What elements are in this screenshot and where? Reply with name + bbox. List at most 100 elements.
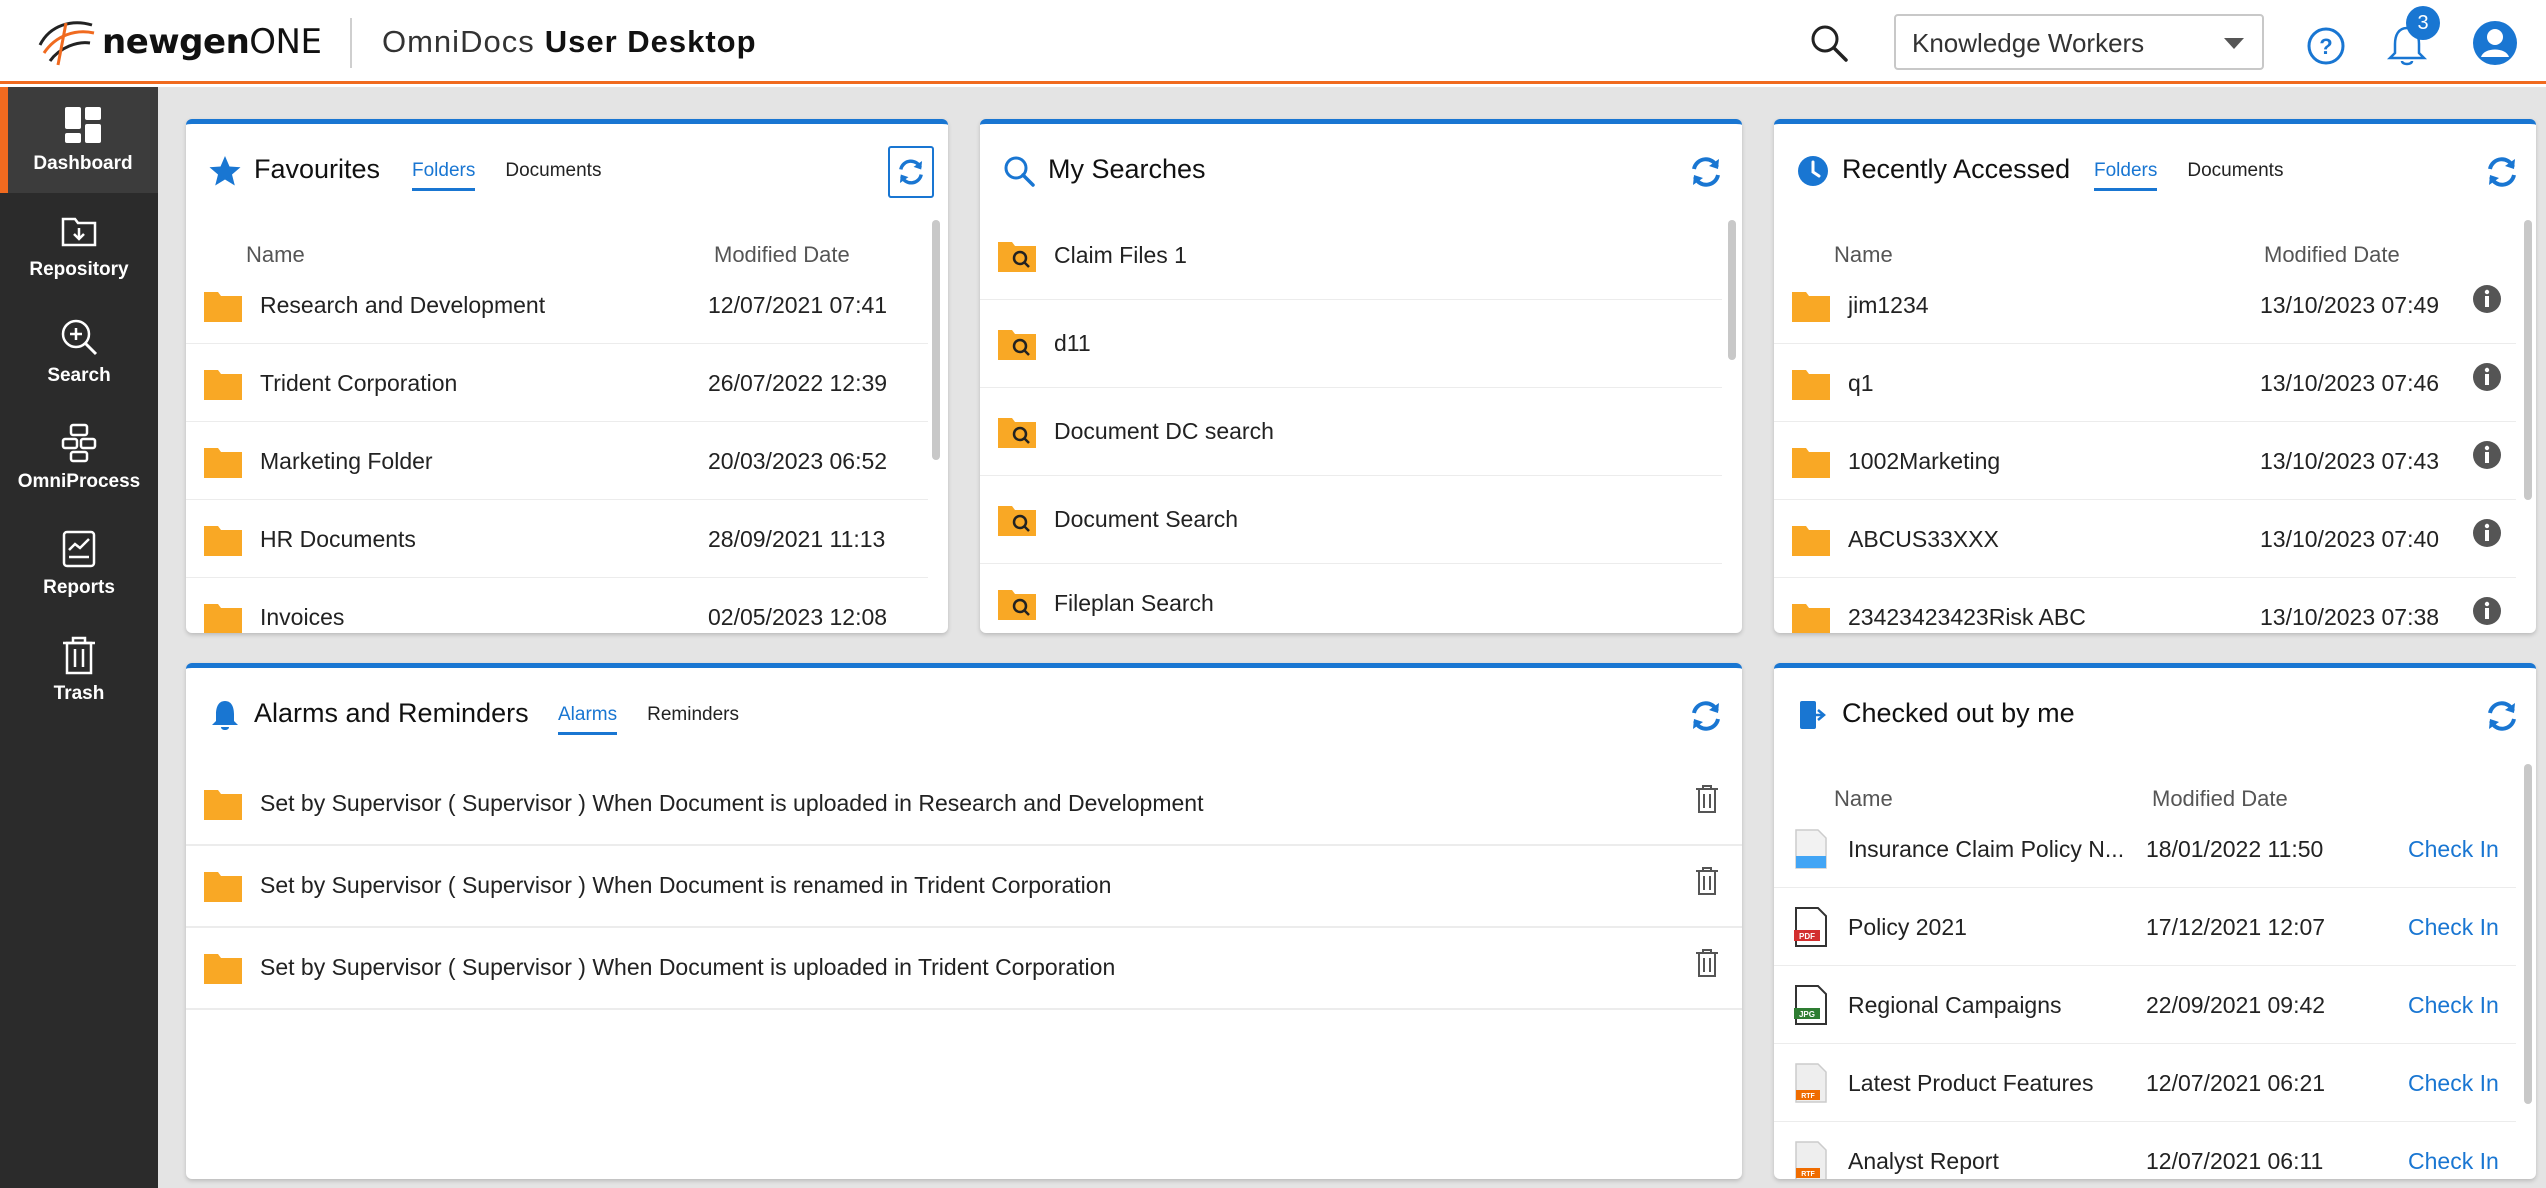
saved-search-item[interactable]: Claim Files 1 bbox=[980, 212, 1722, 300]
role-select-value: Knowledge Workers bbox=[1912, 28, 2145, 58]
alarms-tabs: Alarms Reminders bbox=[558, 704, 739, 735]
folder-icon bbox=[204, 604, 242, 633]
table-row[interactable]: jim1234 13/10/2023 07:49 bbox=[1774, 266, 2516, 344]
row-name: Latest Product Features bbox=[1848, 1070, 2094, 1096]
row-date: 13/10/2023 07:40 bbox=[2260, 526, 2440, 552]
tab-reminders[interactable]: Reminders bbox=[647, 704, 739, 735]
table-row[interactable]: PDF Policy 2021 17/12/2021 12:07 Check I… bbox=[1774, 888, 2516, 966]
search-icon[interactable] bbox=[1808, 22, 1850, 64]
table-row[interactable]: 23423423423Risk ABC 13/10/2023 07:38 bbox=[1774, 578, 2516, 633]
delete-icon[interactable] bbox=[1694, 784, 1720, 814]
saved-search-item[interactable]: d11 bbox=[980, 300, 1722, 388]
col-date-header[interactable]: Modified Date bbox=[2152, 786, 2288, 812]
tab-folders[interactable]: Folders bbox=[2094, 160, 2158, 191]
recently-accessed-card: Recently Accessed Folders Documents Name… bbox=[1774, 119, 2536, 633]
table-row[interactable]: Invoices 02/05/2023 12:08 bbox=[186, 578, 928, 633]
saved-search-name: Document DC search bbox=[1054, 418, 1274, 444]
row-date: 13/10/2023 07:49 bbox=[2260, 292, 2440, 318]
star-icon bbox=[209, 156, 241, 186]
newgen-logo[interactable]: newgenONE bbox=[36, 14, 322, 70]
row-date: 17/12/2021 12:07 bbox=[2146, 914, 2326, 940]
refresh-icon[interactable] bbox=[2482, 152, 2522, 192]
folder-icon bbox=[1792, 370, 1830, 400]
check-in-link[interactable]: Check In bbox=[2408, 914, 2499, 941]
delete-icon[interactable] bbox=[1694, 948, 1720, 978]
row-name: Invoices bbox=[260, 604, 345, 630]
alarm-item[interactable]: Set by Supervisor ( Supervisor ) When Do… bbox=[186, 928, 1742, 1010]
sidebar-item-trash[interactable]: Trash bbox=[0, 617, 158, 723]
scrollbar[interactable] bbox=[1728, 220, 1736, 360]
refresh-icon[interactable] bbox=[2482, 696, 2522, 736]
saved-search-item[interactable]: Document Search bbox=[980, 476, 1722, 564]
check-in-link[interactable]: Check In bbox=[2408, 1148, 2499, 1175]
sidebar-item-dashboard[interactable]: Dashboard bbox=[0, 87, 158, 193]
alarm-item[interactable]: Set by Supervisor ( Supervisor ) When Do… bbox=[186, 764, 1742, 846]
tab-documents[interactable]: Documents bbox=[505, 160, 601, 191]
check-in-link[interactable]: Check In bbox=[2408, 992, 2499, 1019]
row-date: 13/10/2023 07:46 bbox=[2260, 370, 2440, 396]
row-name: jim1234 bbox=[1848, 292, 1929, 318]
sidebar-item-label: Search bbox=[47, 365, 111, 386]
check-in-link[interactable]: Check In bbox=[2408, 836, 2499, 863]
table-row[interactable]: RTF Latest Product Features 12/07/2021 0… bbox=[1774, 1044, 2516, 1122]
row-date: 12/07/2021 06:21 bbox=[2146, 1070, 2326, 1096]
check-in-link[interactable]: Check In bbox=[2408, 1070, 2499, 1097]
info-icon[interactable] bbox=[2472, 362, 2502, 392]
folder-icon bbox=[1792, 448, 1830, 478]
table-row[interactable]: Research and Development 12/07/2021 07:4… bbox=[186, 266, 928, 344]
row-name: 1002Marketing bbox=[1848, 448, 2001, 474]
sidebar-item-search[interactable]: Search bbox=[0, 299, 158, 405]
role-select[interactable]: Knowledge Workers bbox=[1894, 14, 2264, 70]
row-name: 23423423423Risk ABC bbox=[1848, 604, 2086, 630]
app-title: OmniDocs User Desktop bbox=[382, 24, 757, 60]
table-row[interactable]: RTF Analyst Report 12/07/2021 06:11 Chec… bbox=[1774, 1122, 2516, 1179]
refresh-icon[interactable] bbox=[1686, 696, 1726, 736]
pdf-file-icon: PDF bbox=[1794, 907, 1827, 947]
info-icon[interactable] bbox=[2472, 284, 2502, 314]
table-row[interactable]: q1 13/10/2023 07:46 bbox=[1774, 344, 2516, 422]
info-icon[interactable] bbox=[2472, 440, 2502, 470]
refresh-button[interactable] bbox=[888, 146, 934, 198]
newgen-logo-mark-icon bbox=[38, 21, 95, 66]
scrollbar[interactable] bbox=[2524, 220, 2532, 500]
saved-search-name: Fileplan Search bbox=[1054, 590, 1214, 616]
table-row[interactable]: Insurance Claim Policy N... 18/01/2022 1… bbox=[1774, 810, 2516, 888]
table-row[interactable]: HR Documents 28/09/2021 11:13 bbox=[186, 500, 928, 578]
scrollbar[interactable] bbox=[932, 220, 940, 460]
folder-icon bbox=[204, 790, 242, 820]
tab-alarms[interactable]: Alarms bbox=[558, 704, 618, 735]
saved-search-item[interactable]: Fileplan Search bbox=[980, 564, 1722, 633]
tab-documents[interactable]: Documents bbox=[2187, 160, 2283, 191]
row-name: Insurance Claim Policy N... bbox=[1848, 836, 2125, 862]
alarm-item[interactable]: Set by Supervisor ( Supervisor ) When Do… bbox=[186, 846, 1742, 928]
row-date: 28/09/2021 11:13 bbox=[708, 526, 886, 552]
saved-search-item[interactable]: Document DC search bbox=[980, 388, 1722, 476]
table-row[interactable]: Marketing Folder 20/03/2023 06:52 bbox=[186, 422, 928, 500]
scrollbar[interactable] bbox=[2524, 764, 2532, 1104]
user-avatar-icon[interactable] bbox=[2472, 20, 2518, 66]
rtf-file-icon: RTF bbox=[1795, 1141, 1827, 1179]
sidebar-item-reports[interactable]: Reports bbox=[0, 511, 158, 617]
table-row[interactable]: 1002Marketing 13/10/2023 07:43 bbox=[1774, 422, 2516, 500]
info-icon[interactable] bbox=[2472, 596, 2502, 626]
table-row[interactable]: JPG Regional Campaigns 22/09/2021 09:42 … bbox=[1774, 966, 2516, 1044]
dashboard-main: Favourites Folders Documents Name Modifi… bbox=[158, 87, 2546, 1188]
sidebar-item-repository[interactable]: Repository bbox=[0, 193, 158, 299]
sidebar-item-label: Reports bbox=[43, 577, 115, 598]
sidebar: Dashboard Repository Search OmniProcess bbox=[0, 87, 158, 1188]
col-date-header[interactable]: Modified Date bbox=[2264, 242, 2400, 268]
row-name: ABCUS33XXX bbox=[1848, 526, 1999, 552]
col-date-header[interactable]: Modified Date bbox=[714, 242, 850, 268]
table-row[interactable]: Trident Corporation 26/07/2022 12:39 bbox=[186, 344, 928, 422]
help-icon[interactable]: ? bbox=[2306, 26, 2346, 66]
refresh-icon[interactable] bbox=[1686, 152, 1726, 192]
card-title: My Searches bbox=[1048, 154, 1206, 184]
delete-icon[interactable] bbox=[1694, 866, 1720, 896]
sidebar-item-omniprocess[interactable]: OmniProcess bbox=[0, 405, 158, 511]
tab-folders[interactable]: Folders bbox=[412, 160, 476, 191]
table-row[interactable]: ABCUS33XXX 13/10/2023 07:40 bbox=[1774, 500, 2516, 578]
col-name-header[interactable]: Name bbox=[246, 242, 305, 268]
col-name-header[interactable]: Name bbox=[1834, 242, 1893, 268]
info-icon[interactable] bbox=[2472, 518, 2502, 548]
col-name-header[interactable]: Name bbox=[1834, 786, 1893, 812]
